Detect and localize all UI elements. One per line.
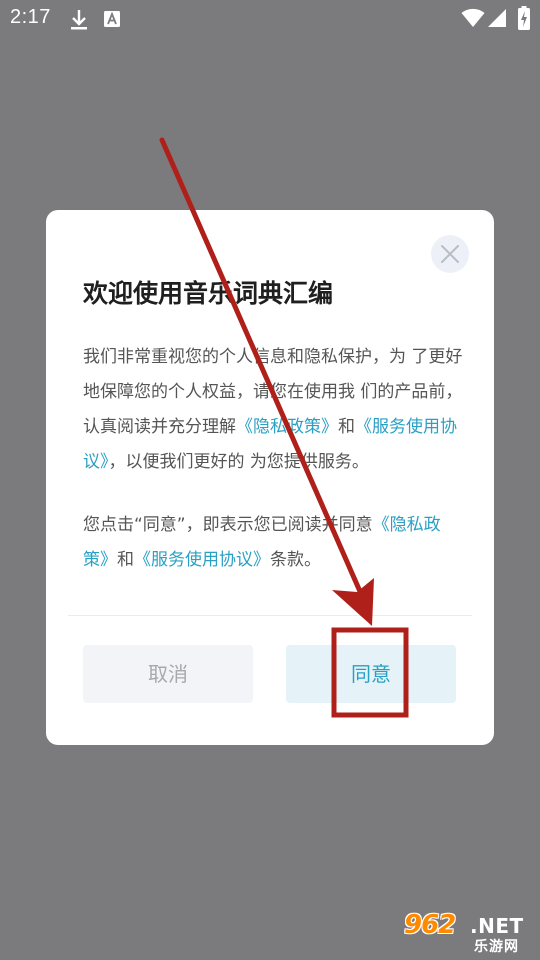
- paragraph2-and: 和: [117, 550, 134, 570]
- cellular-signal-icon: [488, 9, 506, 27]
- status-bar: 2:17: [0, 0, 540, 38]
- paragraph1-and: 和: [338, 417, 355, 437]
- download-icon: [71, 10, 87, 30]
- font-notification-icon: [104, 11, 120, 27]
- dialog-body: 我们非常重视您的个人信息和隐私保护，为 了更好地保障您的个人权益，请您在使用我 …: [83, 340, 465, 578]
- close-button[interactable]: [431, 235, 469, 273]
- cancel-button[interactable]: 取消: [83, 645, 253, 703]
- battery-charging-icon: [518, 6, 530, 30]
- watermark-digits: 962: [404, 910, 456, 940]
- service-agreement-link-2[interactable]: 《服务使用协议》: [134, 550, 270, 570]
- wifi-icon: [461, 8, 485, 27]
- close-icon: [441, 245, 459, 263]
- watermark-site: 乐游网: [474, 939, 519, 955]
- watermark-logo: 962 .NET 乐游网: [402, 910, 532, 956]
- paragraph1-tail: ，以便我们更好的 为您提供服务。: [108, 452, 369, 472]
- privacy-dialog: 欢迎使用音乐词典汇编 我们非常重视您的个人信息和隐私保护，为 了更好地保障您的个…: [46, 210, 494, 745]
- paragraph2-tail: 条款。: [270, 550, 321, 570]
- dialog-divider: [68, 615, 472, 616]
- consent-paragraph: 您点击“同意”，即表示您已阅读并同意《隐私政策》和《服务使用协议》条款。: [83, 508, 465, 578]
- dialog-title: 欢迎使用音乐词典汇编: [83, 279, 334, 308]
- watermark-net: .NET: [470, 914, 524, 938]
- agree-button[interactable]: 同意: [286, 645, 456, 703]
- status-time: 2:17: [10, 6, 51, 28]
- privacy-policy-link[interactable]: 《隐私政策》: [236, 417, 338, 437]
- paragraph2-text: 您点击“同意”，即表示您已阅读并同意: [83, 515, 373, 535]
- privacy-paragraph: 我们非常重视您的个人信息和隐私保护，为 了更好地保障您的个人权益，请您在使用我 …: [83, 340, 465, 480]
